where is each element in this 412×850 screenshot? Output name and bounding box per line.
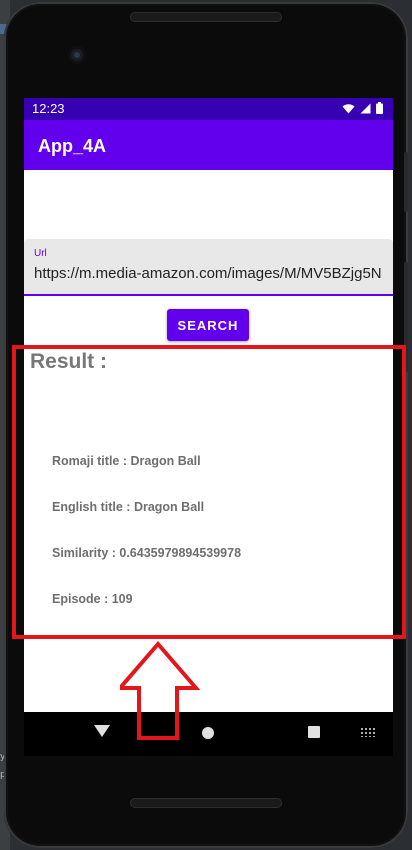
home-icon[interactable]	[202, 727, 214, 739]
url-input[interactable]: Url https://m.media-amazon.com/images/M/…	[24, 239, 393, 296]
power-button	[404, 152, 408, 212]
url-input-label: Url	[34, 248, 47, 259]
status-bar: 12:23	[24, 98, 393, 120]
top-speaker	[130, 12, 282, 22]
url-input-value[interactable]: https://m.media-amazon.com/images/M/MV5B…	[34, 265, 386, 282]
status-time: 12:23	[32, 101, 65, 116]
up-arrow-icon	[120, 640, 200, 740]
app-bar: App_4A	[24, 120, 393, 170]
wifi-icon	[342, 103, 355, 113]
back-icon[interactable]	[94, 725, 110, 737]
highlight-box	[12, 345, 406, 639]
bottom-speaker	[130, 798, 282, 808]
status-icons	[342, 102, 383, 114]
keyboard-icon[interactable]	[360, 727, 376, 737]
recents-icon[interactable]	[308, 726, 320, 738]
front-camera	[68, 46, 86, 64]
app-title: App_4A	[38, 136, 107, 156]
battery-icon	[376, 102, 383, 114]
search-button[interactable]: SEARCH	[167, 309, 249, 341]
signal-icon	[360, 103, 371, 113]
